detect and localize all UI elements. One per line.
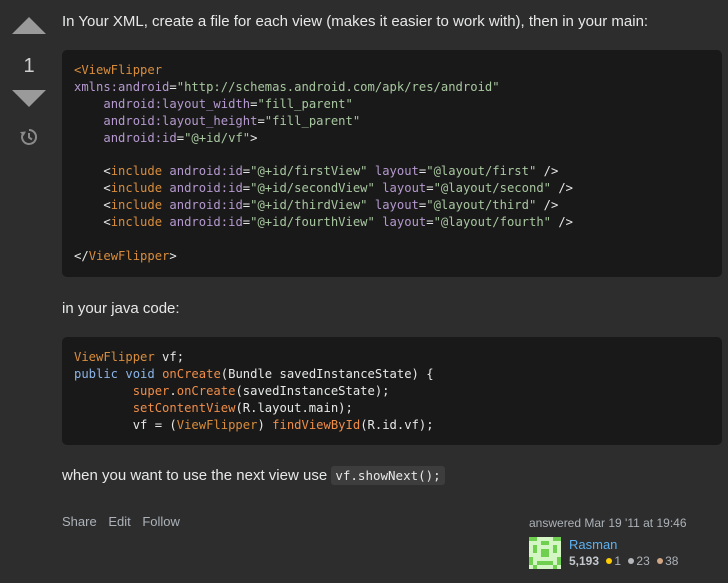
history-icon[interactable] bbox=[19, 127, 39, 147]
vote-cell: 1 bbox=[0, 0, 60, 583]
avatar[interactable] bbox=[529, 537, 561, 569]
code-line: xmlns:android="http://schemas.android.co… bbox=[74, 79, 500, 94]
vote-count: 1 bbox=[23, 55, 35, 77]
code-line: public void onCreate(Bundle savedInstanc… bbox=[74, 366, 434, 381]
gold-badge-icon bbox=[606, 558, 613, 564]
code-line: </ViewFlipper> bbox=[74, 248, 177, 263]
java-intro-text: in your java code: bbox=[62, 300, 180, 317]
post-menu: Share Edit Follow bbox=[62, 514, 188, 529]
next-view-text: when you want to use the next view use bbox=[62, 467, 328, 484]
gold-badge-count: 1 bbox=[614, 554, 622, 568]
code-line: android:id="@+id/vf"> bbox=[103, 130, 258, 145]
code-line: <ViewFlipper bbox=[74, 63, 163, 77]
code-line: ViewFlipper vf; bbox=[74, 350, 185, 364]
user-name-link[interactable]: Rasman bbox=[569, 537, 617, 552]
vote-down-icon[interactable] bbox=[12, 90, 46, 107]
java-code-block: ViewFlipper vf; public void onCreate(Bund… bbox=[62, 337, 722, 445]
answer-intro-text: In Your XML, create a file for each view… bbox=[62, 13, 649, 30]
bronze-badge-count: 38 bbox=[665, 554, 679, 568]
answered-timestamp: answered Mar 19 '11 at 19:46 bbox=[529, 516, 687, 530]
bronze-badge-icon bbox=[657, 558, 664, 564]
code-line: <include android:id="@+id/firstView" lay… bbox=[74, 164, 559, 179]
silver-badge-icon bbox=[628, 558, 635, 564]
user-signature: answered Mar 19 '11 at 19:46 Rasman 5,19… bbox=[529, 516, 719, 569]
code-line: <include android:id="@+id/fourthView" la… bbox=[74, 215, 574, 230]
vote-up-icon[interactable] bbox=[12, 17, 46, 34]
xml-code-block: <ViewFlipper xmlns:android="http://schema… bbox=[62, 50, 722, 277]
share-link[interactable]: Share bbox=[62, 514, 97, 529]
reputation-score: 5,193 bbox=[569, 554, 600, 568]
code-line: super.onCreate(savedInstanceState); bbox=[132, 383, 390, 398]
code-line: android:layout_height="fill_parent" bbox=[103, 113, 361, 128]
code-line: vf = (ViewFlipper) findViewById(R.id.vf)… bbox=[74, 417, 434, 432]
inline-code-shownext: vf.showNext(); bbox=[331, 466, 445, 485]
edit-link[interactable]: Edit bbox=[108, 514, 130, 529]
silver-badge-count: 23 bbox=[636, 554, 650, 568]
code-line: android:layout_width="fill_parent" bbox=[103, 96, 353, 111]
code-line: <include android:id="@+id/thirdView" lay… bbox=[74, 198, 559, 213]
code-line: setContentView(R.layout.main); bbox=[132, 400, 353, 415]
user-info: Rasman 5,193 1 23 38 bbox=[529, 534, 719, 569]
reputation-line: 5,193 1 23 38 bbox=[569, 554, 678, 568]
follow-link[interactable]: Follow bbox=[142, 514, 180, 529]
code-line: <include android:id="@+id/secondView" la… bbox=[74, 181, 574, 196]
next-view-paragraph: when you want to use the next view use v… bbox=[62, 466, 445, 486]
